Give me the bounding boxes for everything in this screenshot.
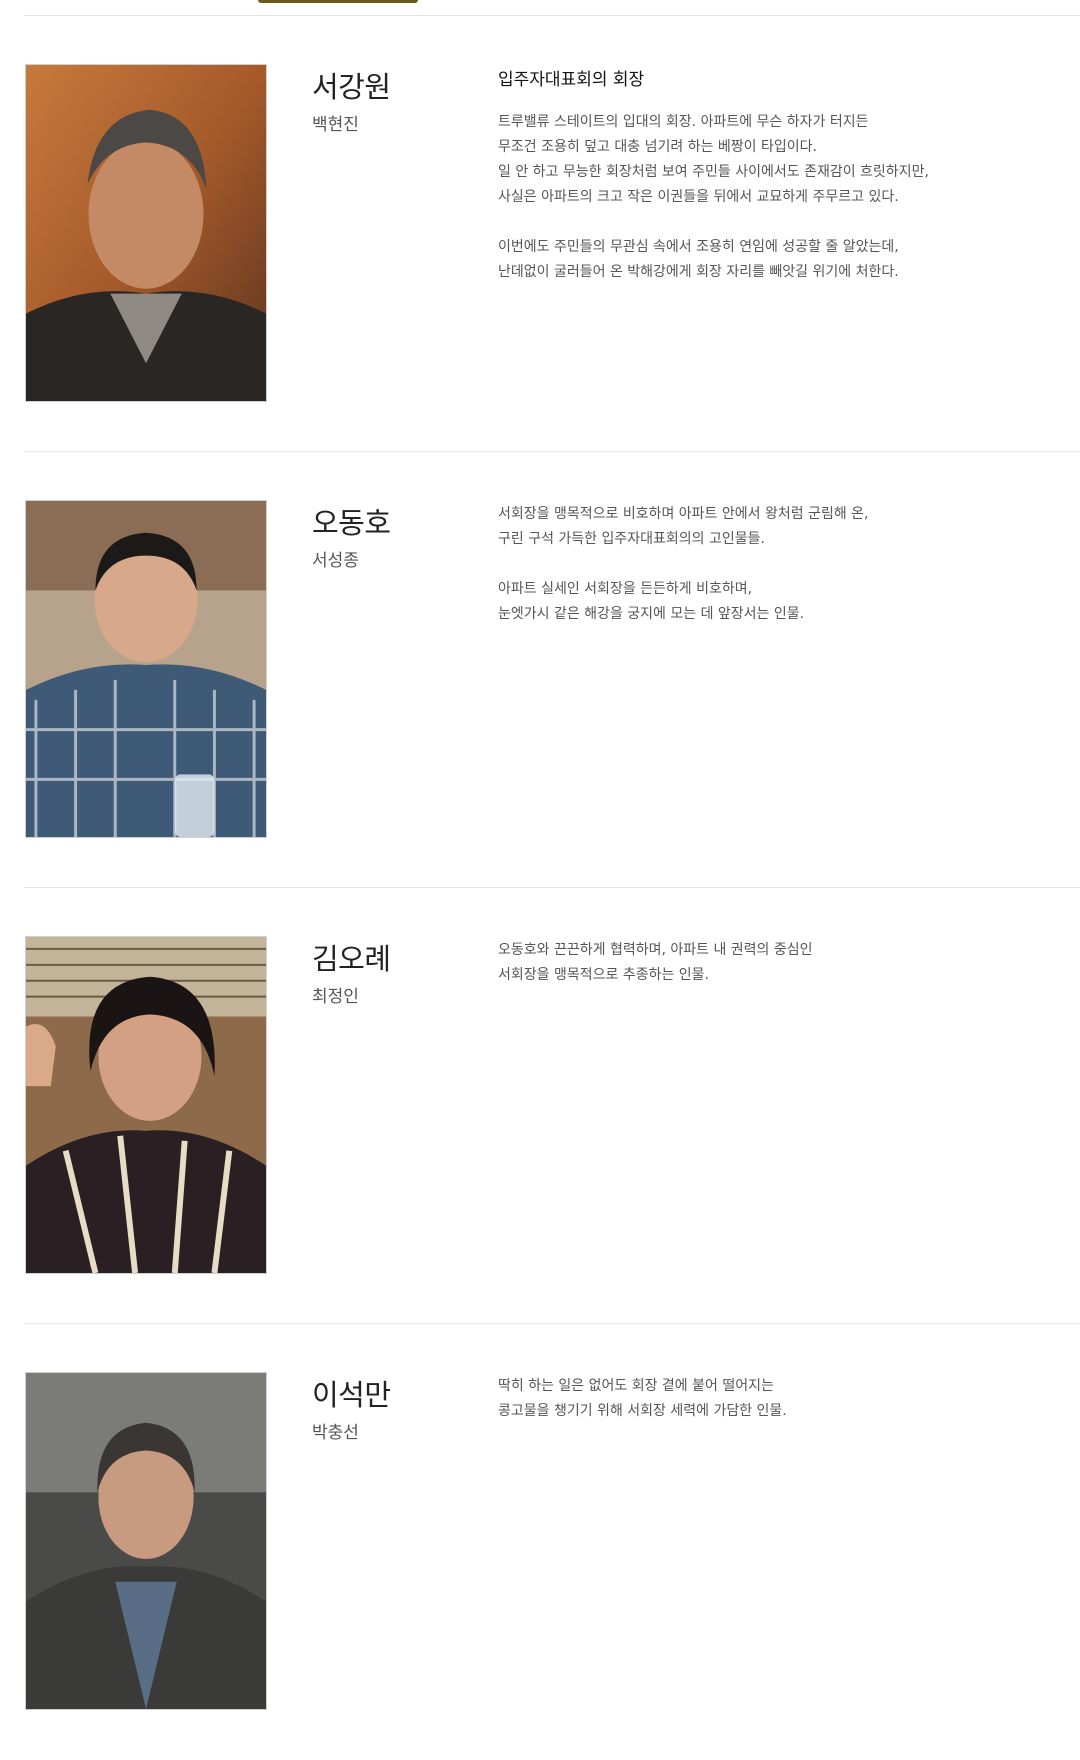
role-name: 오동호 [312, 506, 391, 540]
portrait-image [26, 65, 266, 401]
description-paragraph: 오동호와 끈끈하게 협력하며, 아파트 내 권력의 중심인 서회장을 맹목적으로… [498, 942, 813, 983]
description-paragraph: 트루밸류 스테이트의 입대의 회장. 아파트에 무슨 하자가 터지든 무조건 조… [498, 114, 929, 205]
cast-item: 서강원 백현진 입주자대표회의 회장 트루밸류 스테이트의 입대의 회장. 아파… [0, 16, 1080, 452]
cast-item: 이석만 박충선 딱히 하는 일은 없어도 회장 곁에 붙어 떨어지는 콩고물을 … [0, 1324, 1080, 1760]
role-title: 입주자대표회의 회장 [498, 70, 645, 90]
description-paragraph: 이번에도 주민들의 무관심 속에서 조용히 연임에 성공할 줄 알았는데, 난데… [498, 239, 899, 280]
description-paragraph: 서회장을 맹목적으로 비호하며 아파트 안에서 왕처럼 군림해 온, 구린 구석… [498, 506, 869, 547]
actor-name: 최정인 [312, 987, 359, 1007]
portrait-image [26, 1373, 266, 1709]
description-paragraph: 딱히 하는 일은 없어도 회장 곁에 붙어 떨어지는 콩고물을 챙기기 위해 서… [498, 1378, 787, 1419]
cast-photo [25, 64, 267, 402]
cast-photo [25, 936, 267, 1274]
description-paragraph: 아파트 실세인 서회장을 든든하게 비호하며, 눈엣가시 같은 해강을 궁지에 … [498, 581, 805, 622]
cast-item: 오동호 서성종 서회장을 맹목적으로 비호하며 아파트 안에서 왕처럼 군림해 … [0, 452, 1080, 888]
portrait-image [26, 937, 266, 1273]
role-description: 딱히 하는 일은 없어도 회장 곁에 붙어 떨어지는 콩고물을 챙기기 위해 서… [498, 1374, 1058, 1424]
role-description: 오동호와 끈끈하게 협력하며, 아파트 내 권력의 중심인 서회장을 맹목적으로… [498, 938, 1058, 988]
active-tab-edge[interactable] [258, 0, 418, 3]
cast-photo [25, 500, 267, 838]
role-description: 서회장을 맹목적으로 비호하며 아파트 안에서 왕처럼 군림해 온, 구린 구석… [498, 502, 1058, 627]
role-name: 서강원 [312, 70, 391, 104]
actor-name: 서성종 [312, 551, 359, 571]
actor-name: 백현진 [312, 115, 359, 135]
top-strip [0, 0, 1080, 16]
actor-name: 박충선 [312, 1423, 359, 1443]
cast-item: 김오례 최정인 오동호와 끈끈하게 협력하며, 아파트 내 권력의 중심인 서회… [0, 888, 1080, 1324]
role-name: 김오례 [312, 942, 391, 976]
portrait-image [26, 501, 266, 837]
cast-photo [25, 1372, 267, 1710]
role-name: 이석만 [312, 1378, 391, 1412]
role-description: 입주자대표회의 회장 트루밸류 스테이트의 입대의 회장. 아파트에 무슨 하자… [498, 68, 1058, 285]
